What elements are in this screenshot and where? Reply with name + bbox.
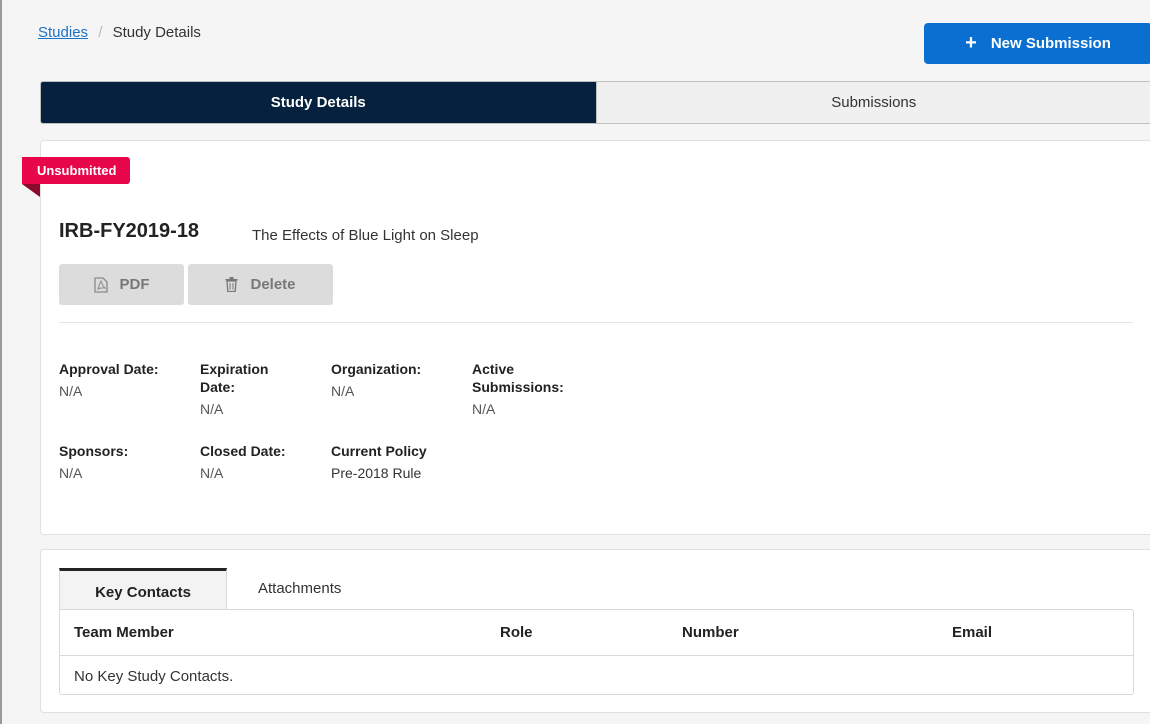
delete-button[interactable]: Delete bbox=[188, 264, 333, 305]
breadcrumb-current: Study Details bbox=[112, 24, 201, 41]
current-policy-field: Current Policy Pre-2018 Rule bbox=[331, 442, 427, 482]
column-header-email[interactable]: Email bbox=[952, 624, 992, 641]
active-submissions-label-line2: Submissions: bbox=[472, 379, 564, 395]
tab-study-details[interactable]: Study Details bbox=[41, 82, 596, 123]
column-header-role[interactable]: Role bbox=[500, 624, 533, 641]
expiration-date-field: Expiration Date: N/A bbox=[200, 360, 268, 418]
current-policy-value: Pre-2018 Rule bbox=[331, 465, 422, 481]
empty-table-message: No Key Study Contacts. bbox=[74, 668, 234, 685]
sponsors-value: N/A bbox=[59, 465, 83, 481]
breadcrumb-studies-link[interactable]: Studies bbox=[38, 24, 88, 41]
breadcrumb-separator: / bbox=[98, 24, 103, 41]
tab-attachments[interactable]: Attachments bbox=[242, 568, 382, 608]
pdf-file-icon bbox=[93, 276, 108, 293]
approval-date-value: N/A bbox=[59, 383, 83, 399]
status-badge-fold bbox=[22, 184, 40, 197]
divider bbox=[59, 322, 1133, 323]
pdf-button[interactable]: PDF bbox=[59, 264, 184, 305]
study-details-page: Studies / Study Details + New Submission… bbox=[0, 0, 1150, 724]
tab-submissions[interactable]: Submissions bbox=[595, 82, 1150, 123]
pdf-button-label: PDF bbox=[119, 276, 150, 293]
approval-date-field: Approval Date: N/A bbox=[59, 360, 159, 400]
active-submissions-value: N/A bbox=[472, 401, 496, 417]
expiration-date-label-line2: Date: bbox=[200, 379, 236, 395]
study-id: IRB-FY2019-18 bbox=[59, 220, 200, 242]
approval-date-label: Approval Date: bbox=[59, 361, 159, 377]
closed-date-value: N/A bbox=[200, 465, 224, 481]
key-contacts-table: Team Member Role Number Email No Key Stu… bbox=[59, 609, 1134, 695]
organization-field: Organization: N/A bbox=[331, 360, 421, 400]
organization-value: N/A bbox=[331, 383, 355, 399]
tab-key-contacts[interactable]: Key Contacts bbox=[59, 568, 227, 610]
breadcrumb: Studies / Study Details bbox=[38, 24, 201, 41]
trash-icon bbox=[225, 277, 238, 292]
column-header-number[interactable]: Number bbox=[682, 624, 739, 641]
closed-date-field: Closed Date: N/A bbox=[200, 442, 286, 482]
status-badge: Unsubmitted bbox=[22, 157, 131, 184]
organization-label: Organization: bbox=[331, 361, 422, 377]
plus-icon: + bbox=[965, 31, 977, 54]
expiration-date-label-line1: Expiration bbox=[200, 361, 269, 377]
expiration-date-value: N/A bbox=[200, 401, 224, 417]
table-header-row: Team Member Role Number Email bbox=[60, 610, 1133, 656]
study-title: The Effects of Blue Light on Sleep bbox=[252, 227, 479, 244]
main-tabs: Study Details Submissions bbox=[40, 81, 1150, 124]
sponsors-label: Sponsors: bbox=[59, 443, 129, 459]
active-submissions-label-line1: Active bbox=[472, 361, 515, 377]
column-header-team-member[interactable]: Team Member bbox=[74, 624, 174, 641]
sponsors-field: Sponsors: N/A bbox=[59, 442, 128, 482]
delete-button-label: Delete bbox=[250, 276, 296, 293]
current-policy-label: Current Policy bbox=[331, 443, 427, 459]
new-submission-button[interactable]: + New Submission bbox=[924, 23, 1150, 64]
new-submission-label: New Submission bbox=[990, 35, 1111, 52]
closed-date-label: Closed Date: bbox=[200, 443, 286, 459]
active-submissions-field: Active Submissions: N/A bbox=[472, 360, 564, 418]
